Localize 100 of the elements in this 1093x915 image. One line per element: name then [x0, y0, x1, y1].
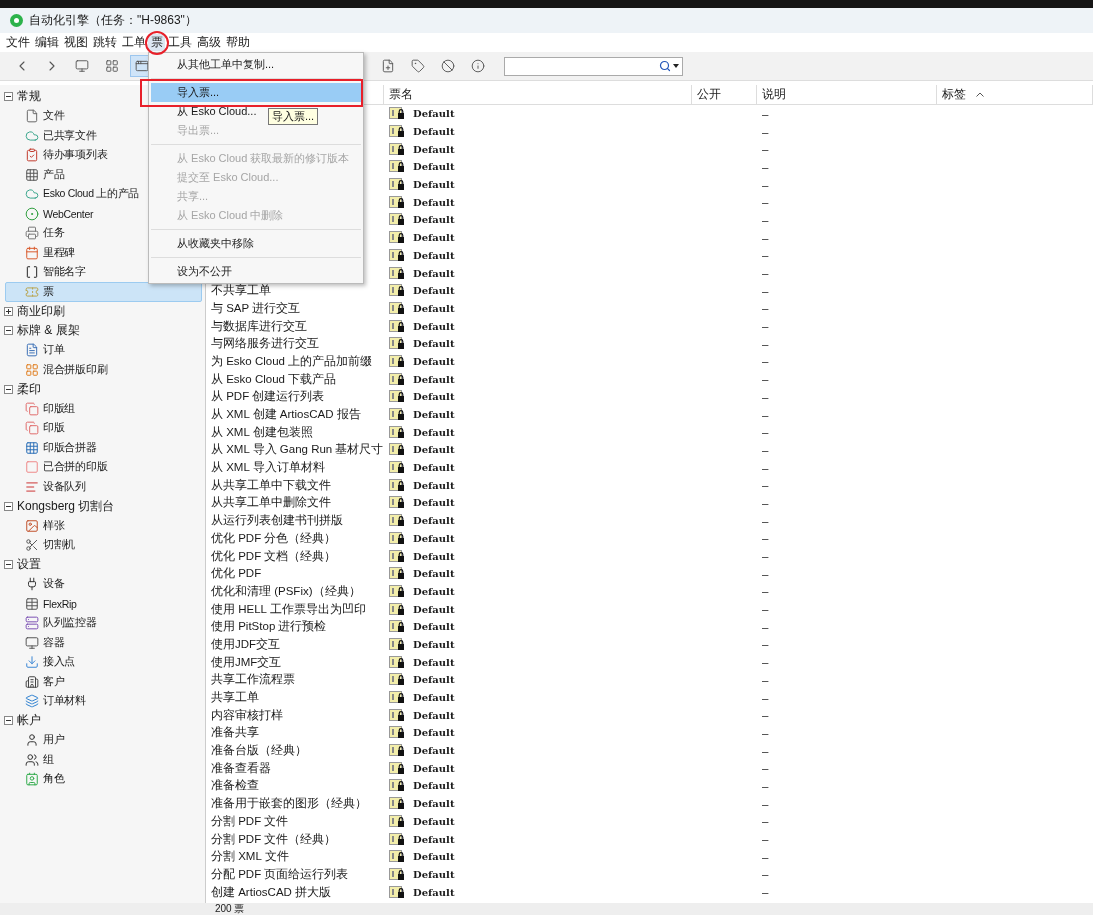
sidebar-item[interactable]: 混合拼版印刷: [24, 360, 202, 380]
column-header[interactable]: 说明: [762, 86, 786, 103]
menu-option[interactable]: 从其他工单中复制...: [151, 55, 361, 74]
building-icon: [25, 674, 39, 689]
ticket-lock-icon: [389, 850, 405, 864]
column-header[interactable]: 票名: [389, 86, 413, 103]
ticket-lock-icon: [389, 301, 405, 315]
sidebar-item[interactable]: 设备: [24, 574, 202, 594]
menu-item[interactable]: 高级: [194, 34, 223, 51]
ticket-lock-icon: [389, 266, 405, 280]
table-cell: Default: [413, 585, 455, 597]
sidebar-item[interactable]: FlexRip: [24, 594, 202, 614]
table-cell: Default: [413, 638, 455, 650]
table-cell: 分割 XML 文件: [211, 849, 289, 865]
table-cell: 与数据库进行交互: [211, 318, 307, 334]
sidebar-item[interactable]: 样张: [24, 516, 202, 536]
ticket-lock-icon: [389, 408, 405, 422]
sidebar-item[interactable]: 接入点: [24, 652, 202, 672]
sidebar-item[interactable]: 客户: [24, 672, 202, 692]
ticket-lock-icon: [389, 708, 405, 722]
table-cell: Default: [413, 709, 455, 721]
grid-icon: [25, 440, 39, 455]
table-cell: Default: [413, 815, 455, 827]
table-cell: Default: [413, 196, 455, 208]
sidebar-item[interactable]: 印版组: [24, 399, 202, 419]
table-cell: –: [762, 496, 769, 509]
sidebar-item[interactable]: 切割机: [24, 535, 202, 555]
ticket-lock-icon: [389, 744, 405, 758]
collapse-toggle[interactable]: [4, 501, 13, 511]
table-cell: –: [762, 585, 769, 598]
document-icon: [25, 109, 39, 124]
sidebar-item[interactable]: 印版合拼器: [24, 438, 202, 458]
ticket-lock-icon: [389, 691, 405, 705]
sidebar-group[interactable]: Kongsberg 切割台: [17, 497, 115, 515]
table-cell: 分割 PDF 文件（经典）: [211, 831, 337, 847]
sidebar-group[interactable]: 柔印: [17, 380, 41, 398]
search-field[interactable]: [504, 56, 683, 76]
menu-item[interactable]: 跳转: [90, 34, 119, 51]
table-cell: 从 XML 创建 ArtiosCAD 报告: [211, 407, 361, 423]
table-cell: Default: [413, 833, 455, 845]
sidebar-item[interactable]: 设备队列: [24, 477, 202, 497]
table-cell: –: [762, 390, 769, 403]
sidebar-item[interactable]: 队列监控器: [24, 613, 202, 633]
table-cell: –: [762, 779, 769, 792]
sidebar-item[interactable]: 组: [24, 750, 202, 770]
menu-option[interactable]: 设为不公开: [151, 262, 361, 281]
menu-item[interactable]: 帮助: [223, 34, 252, 51]
collapse-toggle[interactable]: [4, 326, 13, 336]
menu-item[interactable]: 视图: [61, 34, 90, 51]
collapse-toggle[interactable]: [4, 560, 13, 570]
table-cell: –: [762, 143, 769, 156]
table-cell: Default: [413, 320, 455, 332]
column-header[interactable]: 标签: [942, 86, 966, 103]
expand-toggle[interactable]: [4, 306, 13, 316]
table-cell: 准备查看器: [211, 760, 271, 776]
sidebar-group[interactable]: 常规: [17, 88, 41, 106]
menu-item[interactable]: 工单: [119, 34, 148, 51]
sidebar-group[interactable]: 设置: [17, 556, 41, 574]
tooltip: 导入票...: [268, 108, 319, 125]
cloud-icon: [25, 128, 39, 143]
menu-item[interactable]: 票: [148, 34, 165, 51]
menu-option[interactable]: 从收藏夹中移除: [151, 234, 361, 253]
ticket-lock-icon: [389, 584, 405, 598]
column-header[interactable]: 公开: [697, 86, 721, 103]
sidebar-group[interactable]: 帐户: [17, 712, 41, 730]
brackets-icon: [25, 265, 39, 280]
document-plus-icon: [381, 59, 395, 73]
sidebar-item[interactable]: 角色: [24, 769, 202, 789]
ticket-lock-icon: [389, 248, 405, 262]
collapse-toggle[interactable]: [4, 384, 13, 394]
collapse-toggle[interactable]: [4, 716, 13, 726]
menu-item[interactable]: 编辑: [32, 34, 61, 51]
table-cell: 从 PDF 创建运行列表: [211, 389, 325, 405]
sidebar-item[interactable]: 票: [5, 282, 202, 302]
table-cell: Default: [413, 373, 455, 385]
sidebar-item[interactable]: 用户: [24, 730, 202, 750]
table-cell: Default: [413, 568, 455, 580]
table-cell: –: [762, 373, 769, 386]
ban-icon: [441, 59, 455, 73]
sidebar-group[interactable]: 商业印刷: [17, 302, 65, 320]
sidebar-group[interactable]: 标牌 & 展架: [17, 322, 80, 340]
users-icon: [25, 752, 39, 767]
id-card-icon: [25, 772, 39, 787]
table-cell: –: [762, 160, 769, 173]
menu-item[interactable]: 工具: [165, 34, 194, 51]
sidebar-item[interactable]: 已合拼的印版: [24, 457, 202, 477]
table-cell: –: [762, 213, 769, 226]
ticket-lock-icon: [389, 567, 405, 581]
table-cell: Default: [413, 656, 455, 668]
sidebar-item[interactable]: 印版: [24, 418, 202, 438]
sidebar-item[interactable]: 订单: [24, 340, 202, 360]
sidebar-item[interactable]: 容器: [24, 633, 202, 653]
collapse-toggle[interactable]: [4, 92, 13, 102]
ticket-icon: [25, 284, 39, 299]
ticket-lock-icon: [389, 531, 405, 545]
table-cell: Default: [413, 780, 455, 792]
sidebar-item[interactable]: 订单材料: [24, 691, 202, 711]
menu-item[interactable]: 文件: [3, 34, 32, 51]
table-cell: Default: [413, 302, 455, 314]
menu-option[interactable]: 导入票...: [151, 83, 361, 102]
